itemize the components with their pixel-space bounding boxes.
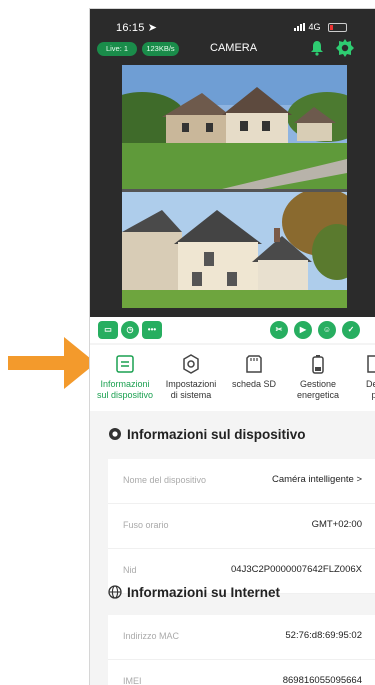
control-bar: ▭ ◷ ••• ✂ ▶ ☺ ✓ bbox=[90, 317, 375, 343]
row-value: 52:76:d8:69:95:02 bbox=[285, 630, 362, 641]
internet-info-title: Informazioni su Internet bbox=[127, 585, 281, 600]
device-name-row[interactable]: Nome del dispositivo Caméra intelligente… bbox=[108, 459, 375, 504]
device-info-card: Nome del dispositivo Caméra intelligente… bbox=[108, 459, 375, 594]
more-options-button[interactable]: ••• bbox=[142, 321, 162, 339]
row-value: Caméra intelligente > bbox=[271, 474, 362, 485]
globe-icon bbox=[108, 585, 122, 599]
row-key: Nid bbox=[123, 565, 137, 575]
phone-screen: 16:15 ➤ 4G Live: 1 123KB/s CAMERA ▭ ◷ ••… bbox=[89, 8, 375, 685]
camera-icon bbox=[109, 428, 121, 440]
row-key: Nome del dispositivo bbox=[123, 475, 207, 485]
row-value: GMT+02:00 bbox=[311, 519, 362, 530]
tab-label-line2: di sistema bbox=[170, 390, 212, 400]
row-value: 869816055095664 bbox=[282, 675, 362, 685]
row-key: Fuso orario bbox=[123, 520, 169, 530]
battery-icon bbox=[328, 23, 347, 32]
camera-header: Live: 1 123KB/s CAMERA bbox=[90, 39, 375, 63]
gear-icon[interactable] bbox=[336, 39, 354, 57]
battery-management-icon bbox=[312, 355, 324, 374]
document-icon bbox=[367, 355, 375, 373]
live-badge: Live: 1 bbox=[97, 42, 137, 56]
device-info-heading: Informazioni sul dispositivo bbox=[108, 427, 306, 442]
sd-card-icon bbox=[246, 355, 262, 373]
bell-icon[interactable] bbox=[309, 40, 325, 56]
network-type: 4G bbox=[308, 22, 321, 32]
expand-button[interactable]: ✓ bbox=[342, 321, 360, 339]
screenshot-button[interactable]: ✂ bbox=[270, 321, 288, 339]
tab-sd-card[interactable]: scheda SD bbox=[224, 345, 284, 411]
row-key: Indirizzo MAC bbox=[123, 631, 180, 641]
timezone-row: Fuso orario GMT+02:00 bbox=[108, 504, 375, 549]
device-info-title: Informazioni sul dispositivo bbox=[127, 427, 306, 442]
tab-system-settings[interactable]: Impostazioni di sistema bbox=[158, 345, 224, 411]
tab-label-line1: scheda SD bbox=[231, 379, 277, 389]
camera-image-bottom bbox=[122, 192, 347, 308]
tab-device-info[interactable]: Informazioni sul dispositivo bbox=[90, 345, 160, 411]
camera-image-top bbox=[122, 65, 347, 189]
signal-bars-icon bbox=[294, 23, 305, 31]
camera-title: CAMERA bbox=[210, 42, 258, 54]
tab-label-line1: Defi bbox=[365, 379, 375, 389]
tab-label-line1: Impostazioni bbox=[165, 379, 217, 389]
internet-info-heading: Informazioni su Internet bbox=[108, 585, 280, 600]
status-time: 16:15 ➤ bbox=[116, 22, 158, 34]
status-bar: 16:15 ➤ 4G bbox=[110, 16, 370, 38]
settings-tabs: Informazioni sul dispositivo Impostazion… bbox=[90, 345, 375, 411]
tab-power-management[interactable]: Gestione energetica bbox=[286, 345, 350, 411]
tab-partial[interactable]: Defi p bbox=[354, 345, 375, 411]
camera-feed[interactable]: ◀) ⛶ bbox=[122, 65, 347, 308]
imei-row: IMEI 869816055095664 bbox=[108, 660, 375, 685]
camera-panel: 16:15 ➤ 4G Live: 1 123KB/s CAMERA bbox=[90, 9, 375, 317]
mac-address-row: Indirizzo MAC 52:76:d8:69:95:02 bbox=[108, 615, 375, 660]
video-quality-button[interactable]: ▭ bbox=[98, 321, 118, 339]
annotation-arrow-icon bbox=[8, 337, 96, 389]
internet-info-card: Indirizzo MAC 52:76:d8:69:95:02 IMEI 869… bbox=[108, 615, 375, 685]
row-value: 04J3C2P0000007642FLZ006X bbox=[231, 564, 362, 575]
tab-label-line1: Gestione bbox=[299, 379, 337, 389]
playback-button[interactable]: ▶ bbox=[294, 321, 312, 339]
talk-button[interactable]: ☺ bbox=[318, 321, 336, 339]
tab-label-line2: energetica bbox=[296, 390, 340, 400]
signal-indicator: 4G bbox=[294, 22, 321, 32]
tab-label-line2: p bbox=[354, 390, 375, 401]
record-timer-button[interactable]: ◷ bbox=[121, 321, 139, 339]
tab-label-line2: sul dispositivo bbox=[96, 390, 154, 400]
device-info-icon bbox=[116, 355, 134, 373]
bitrate-badge: 123KB/s bbox=[142, 42, 179, 56]
settings-icon bbox=[183, 354, 199, 374]
tab-label-line1: Informazioni bbox=[100, 379, 150, 389]
row-key: IMEI bbox=[123, 676, 142, 685]
